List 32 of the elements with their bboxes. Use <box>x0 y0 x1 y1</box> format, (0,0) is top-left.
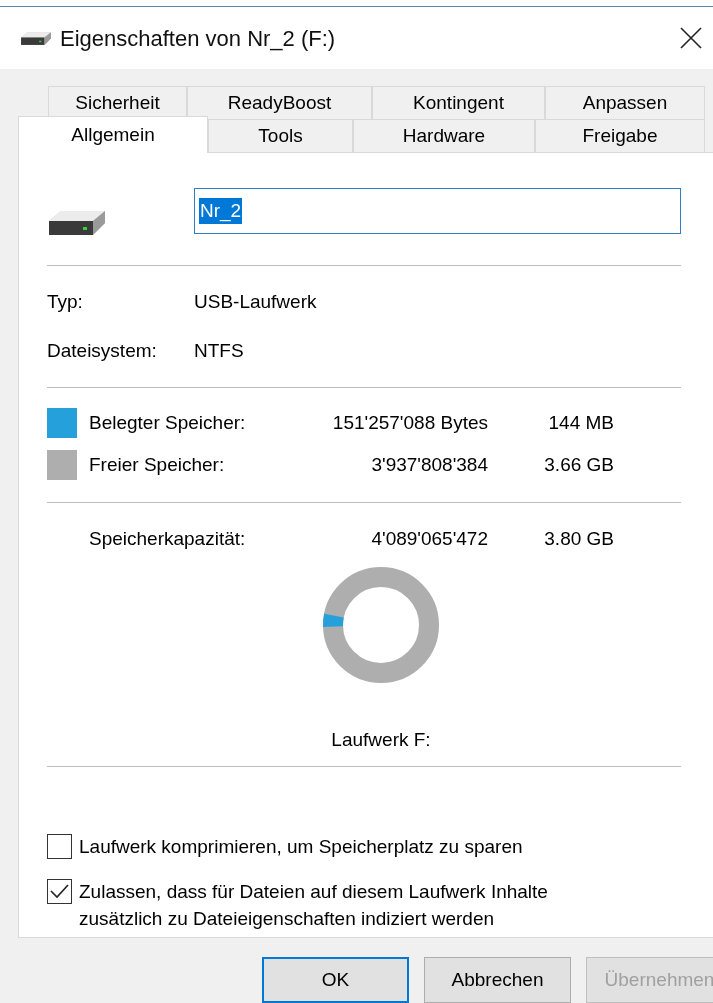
drive-icon <box>20 30 52 46</box>
checkbox-label: Laufwerk komprimieren, um Speicherplatz zu sparen <box>79 835 524 859</box>
drive-caption: Laufwerk F: <box>331 727 431 752</box>
space-size: 144 MB <box>547 410 614 435</box>
check-icon <box>50 884 69 899</box>
close-icon <box>680 27 702 49</box>
dialog-button[interactable]: OK <box>262 957 409 1003</box>
checkbox[interactable] <box>47 834 72 859</box>
space-label: Freier Speicher: <box>89 452 226 477</box>
space-bytes: 151'257'088 Bytes <box>331 410 488 435</box>
checkbox[interactable] <box>47 879 72 904</box>
capacity-size: 3.80 GB <box>543 527 614 551</box>
space-size: 3.66 GB <box>543 452 614 477</box>
tab[interactable]: Tools <box>208 119 353 153</box>
tab[interactable]: Kontingent <box>372 86 545 120</box>
tab[interactable]: ReadyBoost <box>187 86 372 120</box>
field-label: Dateisystem: <box>47 338 158 363</box>
name-field[interactable]: Nr_2 <box>194 188 681 234</box>
field-value: USB-Laufwerk <box>194 290 317 314</box>
capacity-bytes: 4'089'065'472 <box>370 527 488 551</box>
dialog-button[interactable]: Abbrechen <box>424 957 571 1003</box>
tab[interactable]: Freigabe <box>535 119 705 153</box>
capacity-label: Speicherkapazität: <box>89 527 247 551</box>
tab[interactable]: Allgemein <box>18 116 208 153</box>
space-bytes: 3'937'808'384 <box>370 452 488 477</box>
checkbox-label: Zulassen, dass für Dateien auf diesem Laufwerk Inhalte zusätzlich zu Dateieigenschaften indiziert werden <box>79 880 549 931</box>
field-value: NTFS <box>194 338 244 363</box>
tab[interactable]: Anpassen <box>545 86 705 120</box>
space-label: Belegter Speicher: <box>89 410 247 435</box>
window-title: Eigenschaften von Nr_2 (F:) <box>60 24 336 53</box>
field-label: Typ: <box>47 290 84 314</box>
tab[interactable]: Hardware <box>353 119 535 153</box>
